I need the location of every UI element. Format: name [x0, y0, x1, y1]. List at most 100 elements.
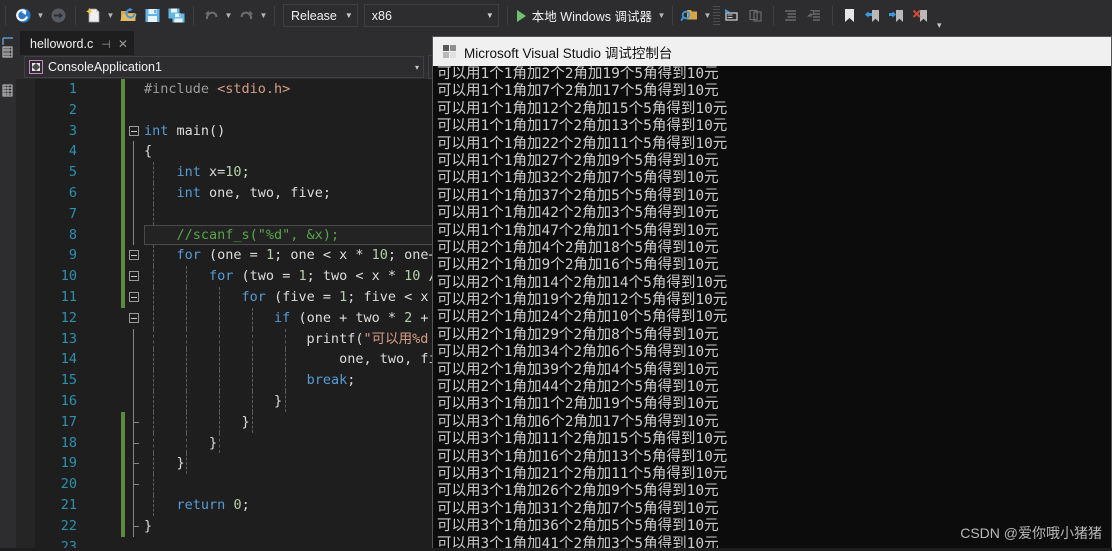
line-number: 18	[60, 434, 77, 451]
console-output-line: 可以用1个1角加42个2角加3个5角得到10元	[437, 205, 719, 222]
uncomment-selection-icon[interactable]	[745, 5, 767, 27]
solution-platform-combo[interactable]: x86 ▼	[363, 4, 499, 27]
console-output-line: 可以用2个1角加24个2角加10个5角得到10元	[437, 309, 728, 326]
toolbar-separator	[75, 6, 76, 25]
indent-guide	[153, 474, 154, 495]
collapse-toggle-icon[interactable]	[129, 250, 139, 261]
collapse-region-line	[133, 162, 134, 183]
previous-bookmark-icon[interactable]	[863, 5, 885, 27]
close-icon[interactable]: ✕	[118, 37, 128, 51]
console-title-bar[interactable]: Microsoft Visual Studio 调试控制台	[433, 37, 1111, 66]
line-text: #include <stdio.h>	[144, 81, 291, 97]
document-tab-helloword-c[interactable]: helloword.c ⊣ ✕	[20, 31, 134, 56]
toolbar-grip[interactable]	[712, 6, 720, 25]
line-text: for (five = 1; five < x	[241, 288, 429, 305]
sidebar-tab-toolbox[interactable]	[0, 31, 16, 75]
collapse-toggle-icon[interactable]	[129, 312, 139, 323]
debug-console-window[interactable]: Microsoft Visual Studio 调试控制台 可以用1个1角加2个…	[432, 36, 1112, 551]
comment-selection-icon[interactable]	[721, 5, 743, 27]
line-text: return 0;	[176, 496, 250, 513]
solution-configuration-combo[interactable]: Release ▼	[283, 4, 358, 27]
line-number: 19	[60, 455, 77, 472]
chevron-down-icon: ▼	[344, 11, 353, 20]
collapse-region-line	[133, 328, 134, 350]
console-output-line: 可以用1个1角加47个2角加1个5角得到10元	[437, 222, 719, 239]
line-number: 13	[60, 330, 77, 347]
line-number: 14	[60, 351, 77, 368]
visual-studio-window: ▼ ▼ ▼ ▼ Release ▼ x86 ▼ 本地 Windows 调试器 ▼…	[0, 0, 1112, 551]
collapse-toggle-icon[interactable]	[129, 125, 139, 136]
indent-guide	[252, 411, 253, 433]
chevron-down-icon[interactable]: ▾	[415, 63, 419, 72]
save-all-icon[interactable]	[165, 5, 187, 27]
new-file-icon[interactable]	[82, 5, 104, 27]
toggle-bookmark-icon[interactable]	[839, 5, 861, 27]
chevron-down-icon: ▼	[485, 11, 494, 20]
find-in-files-icon[interactable]	[679, 5, 701, 27]
watermark: CSDN @爱你哦小猪猪	[960, 525, 1102, 541]
line-number: 2	[68, 101, 77, 118]
new-file-dropdown[interactable]: ▼	[105, 5, 116, 27]
collapse-region-line	[133, 411, 139, 433]
change-indicator	[121, 182, 125, 204]
collapse-region-line	[133, 141, 134, 163]
change-indicator	[121, 432, 125, 454]
next-bookmark-icon[interactable]	[887, 5, 909, 27]
console-output-line: 可以用3个1角加1个2角加19个5角得到10元	[437, 396, 719, 413]
line-number: 8	[68, 226, 77, 243]
change-indicator	[121, 162, 125, 183]
toolbar-separator	[831, 6, 833, 25]
save-icon[interactable]	[141, 5, 163, 27]
line-number: 3	[68, 122, 77, 139]
toolbar-overflow-button[interactable]: ▾	[934, 14, 945, 31]
change-indicator	[121, 286, 125, 308]
undo-dropdown[interactable]: ▼	[223, 5, 234, 27]
console-output-line: 可以用2个1角加44个2角加2个5角得到10元	[437, 379, 719, 396]
collapse-toggle-icon[interactable]	[129, 271, 139, 282]
start-debugging-button[interactable]: 本地 Windows 调试器	[513, 5, 656, 27]
redo-icon[interactable]	[235, 5, 257, 27]
pin-tab-icon[interactable]: ⊣	[101, 38, 111, 51]
main-toolbar: ▼ ▼ ▼ ▼ Release ▼ x86 ▼ 本地 Windows 调试器 ▼…	[0, 0, 1112, 32]
console-output-line: 可以用3个1角加31个2角加7个5角得到10元	[437, 500, 719, 517]
collapse-region-line	[133, 224, 134, 246]
clear-bookmarks-icon[interactable]	[911, 5, 933, 27]
line-text: }	[144, 455, 185, 472]
redo-dropdown[interactable]: ▼	[258, 5, 269, 27]
console-output-line: 可以用2个1角加29个2角加8个5角得到10元	[437, 326, 719, 343]
line-number: 20	[60, 476, 77, 493]
line-text: if (one + two * 2 +	[274, 309, 429, 326]
navigate-backward-dropdown[interactable]: ▼	[35, 5, 46, 27]
line-text: one, two, fi	[144, 351, 437, 368]
solution-configuration-value: Release	[291, 8, 337, 23]
debug-target-dropdown[interactable]: ▼	[656, 5, 667, 27]
toolbar-separator	[506, 6, 508, 25]
find-in-files-dropdown[interactable]: ▼	[702, 5, 713, 27]
console-output-line: 可以用2个1角加9个2角加16个5角得到10元	[437, 257, 719, 274]
console-output-line: 可以用1个1角加32个2角加7个5角得到10元	[437, 170, 719, 187]
line-text: break;	[306, 372, 356, 389]
project-scope-combo[interactable]: ConsoleApplication1 ▾	[24, 56, 424, 78]
change-indicator	[121, 494, 125, 516]
change-indicator	[121, 411, 125, 433]
line-text: //scanf_s("%d", &x);	[176, 226, 340, 243]
line-text: }	[144, 413, 250, 430]
line-number: 17	[60, 413, 77, 430]
line-number: 4	[68, 143, 77, 160]
console-output-line: 可以用3个1角加11个2角加15个5角得到10元	[437, 431, 728, 448]
open-file-icon[interactable]	[117, 5, 139, 27]
navigate-forward-icon[interactable]	[47, 5, 69, 27]
line-number: 15	[60, 372, 77, 389]
undo-icon[interactable]	[200, 5, 222, 27]
console-output[interactable]: 可以用1个1角加2个2角加19个5角得到10元 可以用1个1角加7个2角加17个5…	[433, 66, 1111, 550]
line-number: 10	[60, 268, 77, 285]
increase-indent-icon[interactable]	[780, 5, 802, 27]
console-output-line: 可以用2个1角加34个2角加6个5角得到10元	[437, 344, 719, 361]
navigate-backward-icon[interactable]	[12, 5, 34, 27]
collapse-toggle-icon[interactable]	[129, 291, 139, 302]
collapse-region-line	[133, 370, 134, 391]
sidebar-tab-server-explorer[interactable]	[0, 75, 16, 119]
collapse-region-line	[133, 494, 134, 516]
console-output-line: 可以用1个1角加12个2角加15个5角得到10元	[437, 100, 728, 117]
decrease-indent-icon[interactable]	[804, 5, 826, 27]
